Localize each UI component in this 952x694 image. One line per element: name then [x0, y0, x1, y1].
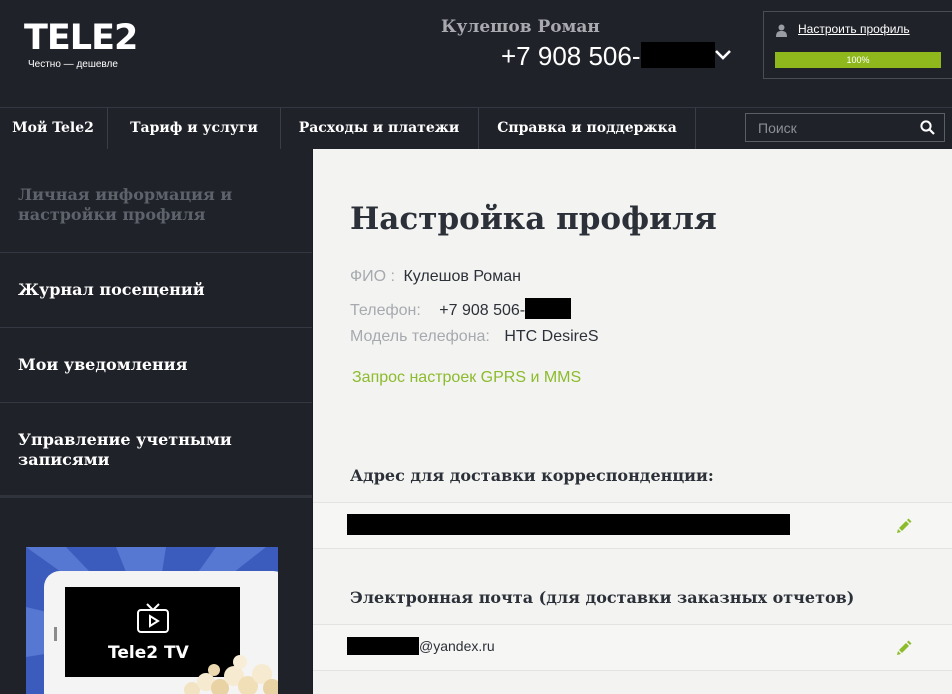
sidebar-item-notifications[interactable]: Мои уведомления: [0, 328, 312, 403]
redacted-address: [347, 514, 790, 535]
setup-profile-link[interactable]: Настроить профиль: [798, 22, 910, 36]
tele2-tv-banner[interactable]: Tele2 TV: [26, 547, 278, 694]
profile-progress-bar: 100%: [775, 52, 941, 68]
redacted-block: [347, 637, 419, 655]
sidebar-divider: [0, 495, 312, 498]
redacted-block: [525, 298, 572, 319]
sidebar-item-label: Управление учетными записями: [18, 430, 232, 469]
header: TELE2 Честно — дешевле Кулешов Роман +7 …: [0, 0, 952, 107]
model-value: HTC DesireS: [504, 328, 599, 345]
sidebar-item-label: Личная информация и настройки профиля: [18, 185, 233, 224]
email-value: @yandex.ru: [347, 637, 495, 655]
email-domain: @yandex.ru: [419, 638, 495, 654]
profile-setup-box: Настроить профиль 100%: [763, 11, 952, 79]
sidebar-item-visit-log[interactable]: Журнал посещений: [0, 253, 312, 328]
fio-value: Кулешов Роман: [403, 268, 521, 285]
model-row: Модель телефона: HTC DesireS: [350, 328, 599, 346]
phone-value: +7 908 506-: [439, 302, 526, 319]
nav-item-support[interactable]: Справка и поддержка: [479, 108, 695, 149]
user-name: Кулешов Роман: [441, 17, 600, 37]
gprs-mms-settings-link[interactable]: Запрос настроек GPRS и MMS: [352, 369, 581, 387]
address-section-title: Адрес для доставки корреспонденции:: [350, 466, 714, 485]
fio-row: ФИО : Кулешов Роман: [350, 268, 521, 286]
sidebar-item-accounts[interactable]: Управление учетными записями: [0, 403, 312, 495]
pencil-edit-icon[interactable]: [896, 518, 912, 534]
sidebar-item-label: Журнал посещений: [18, 280, 205, 299]
search-box: [745, 113, 945, 142]
sidebar-item-personal-info[interactable]: Личная информация и настройки профиля: [0, 149, 312, 253]
redacted-block: [640, 42, 715, 68]
profile-progress-text: 100%: [846, 55, 870, 65]
nav-divider: [695, 108, 696, 149]
main-nav: Мой Tele2 Тариф и услуги Расходы и плате…: [0, 107, 952, 149]
logo-text: TELE2: [24, 18, 138, 58]
popcorn-illustration: [184, 655, 278, 694]
phone-button: [54, 627, 57, 641]
sidebar-item-label: Мои уведомления: [18, 355, 188, 374]
user-phone-number: +7 908 506-: [501, 41, 641, 71]
phone-row: Телефон: +7 908 506-: [350, 298, 572, 320]
sidebar: Личная информация и настройки профиля Жу…: [0, 149, 313, 694]
nav-item-expenses[interactable]: Расходы и платежи: [281, 108, 477, 149]
fio-label: ФИО :: [350, 268, 395, 285]
banner-title: Tele2 TV: [108, 643, 189, 663]
page-title: Настройка профиля: [350, 201, 717, 237]
phone-label: Телефон:: [350, 302, 421, 319]
email-section-title: Электронная почта (для доставки заказных…: [350, 588, 855, 607]
pencil-edit-icon[interactable]: [896, 640, 912, 656]
email-field-row: @yandex.ru: [313, 624, 952, 671]
tele2-logo[interactable]: TELE2 Честно — дешевле: [24, 18, 138, 72]
search-input[interactable]: [746, 114, 916, 141]
chevron-down-icon[interactable]: [714, 48, 732, 62]
search-icon[interactable]: [920, 120, 935, 135]
model-label: Модель телефона:: [350, 328, 490, 345]
main-content: Настройка профиля ФИО : Кулешов Роман Те…: [313, 149, 952, 694]
person-icon: [776, 24, 787, 37]
nav-item-tariff[interactable]: Тариф и услуги: [108, 108, 280, 149]
user-phone[interactable]: +7 908 506-: [501, 41, 715, 71]
tv-icon: [137, 603, 169, 633]
logo-slogan: Честно — дешевле: [28, 59, 118, 70]
address-field-row: [313, 502, 952, 549]
nav-item-my-tele2[interactable]: Мой Tele2: [0, 108, 106, 149]
